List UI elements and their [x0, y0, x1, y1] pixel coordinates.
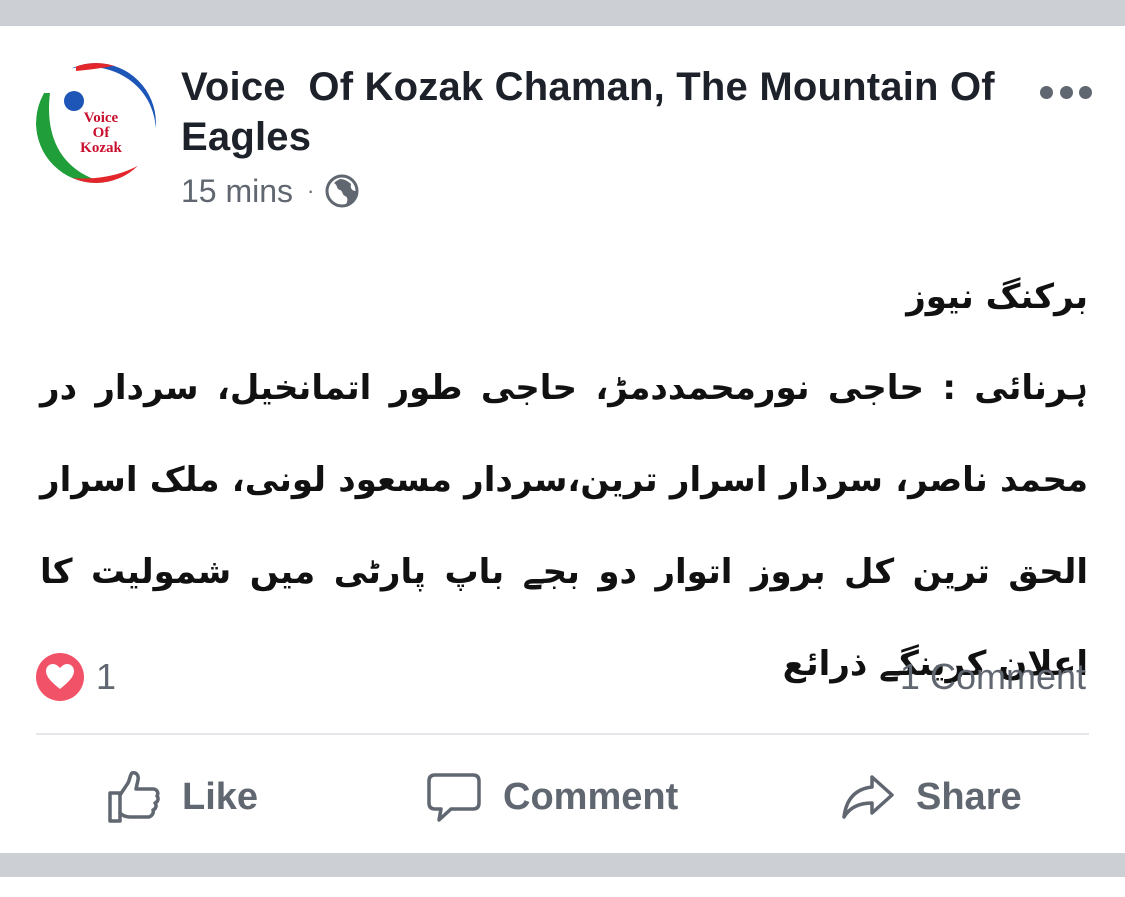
page-name-link[interactable]: Voice Of Kozak Chaman, The Mountain Of E…	[181, 62, 1001, 162]
comment-label: Comment	[503, 775, 679, 818]
post-meta: 15 mins ·	[181, 170, 360, 212]
comment-count-link[interactable]: 1 Comment	[900, 654, 1086, 700]
page-avatar[interactable]: Voice Of Kozak Chaman	[36, 63, 156, 183]
post-headline: برکنگ نیوز	[906, 277, 1088, 317]
thumbs-up-icon	[108, 771, 160, 823]
logo-word-voice: Voice	[83, 110, 119, 126]
top-separator-band	[0, 0, 1125, 26]
bottom-separator-band	[0, 853, 1125, 877]
share-label: Share	[916, 775, 1022, 818]
post-body: برکنگ نیوز ہرنائی : حاجی نورمحمددمڑ، حاج…	[40, 262, 1088, 710]
share-arrow-icon	[842, 775, 894, 819]
logo-word-chaman: Chaman	[82, 163, 120, 175]
comment-button[interactable]: Comment	[425, 765, 678, 829]
more-dot-icon	[1059, 85, 1073, 99]
reactions-summary[interactable]: 1	[36, 652, 116, 702]
more-options-button[interactable]	[1040, 80, 1092, 104]
below-band-space	[0, 877, 1125, 897]
comment-bubble-icon	[427, 773, 481, 822]
meta-separator: ·	[307, 178, 315, 203]
divider	[36, 733, 1089, 735]
reaction-count: 1	[96, 656, 117, 697]
globe-icon[interactable]	[324, 173, 360, 209]
like-label: Like	[182, 775, 259, 818]
logo-word-of: Of	[92, 125, 110, 141]
avatar-logo-text: Voice Of Kozak	[66, 111, 136, 156]
heart-icon	[36, 653, 84, 701]
post-timestamp[interactable]: 15 mins	[181, 173, 293, 210]
more-dot-icon	[1040, 85, 1053, 99]
more-dot-icon	[1079, 85, 1092, 99]
share-button[interactable]: Share	[840, 765, 1022, 829]
logo-word-kozak: Kozak	[80, 140, 122, 156]
like-button[interactable]: Like	[106, 765, 258, 829]
